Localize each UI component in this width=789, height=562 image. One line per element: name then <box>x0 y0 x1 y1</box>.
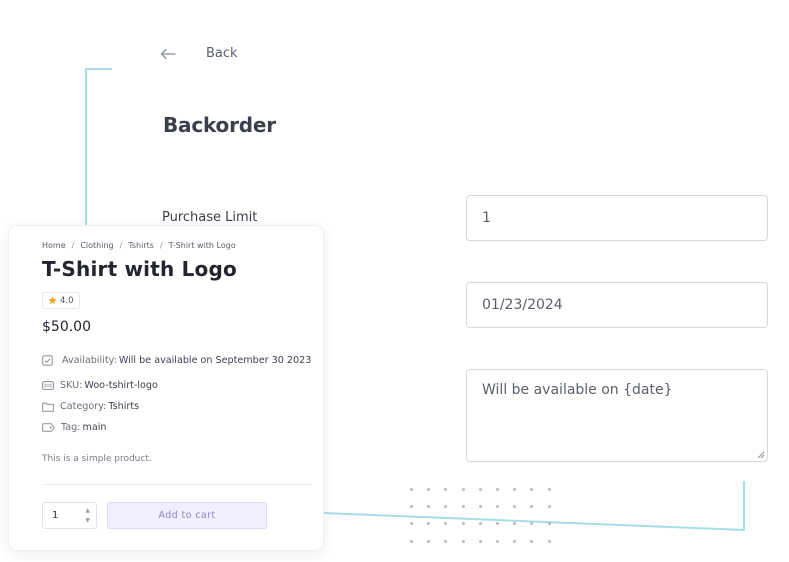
dot <box>410 522 413 526</box>
dot <box>530 505 534 509</box>
dot <box>513 505 517 509</box>
star-icon <box>48 296 57 305</box>
breadcrumb-current: T-Shirt with Logo <box>168 241 236 250</box>
sku-label: SKU: <box>60 380 83 391</box>
dot <box>410 488 413 491</box>
dot <box>427 505 431 509</box>
dot <box>410 539 413 543</box>
connector-line-left-vertical <box>85 68 87 228</box>
dot-grid-decoration <box>410 488 565 557</box>
availability-label: Availability: <box>62 355 117 366</box>
back-label: Back <box>206 46 238 61</box>
availability-message-value: Will be available on {date} <box>482 382 673 398</box>
breadcrumb-separator: / <box>71 241 75 250</box>
purchase-limit-label: Purchase Limit <box>162 210 258 225</box>
dot <box>427 539 431 543</box>
dot <box>478 522 482 526</box>
dot <box>513 522 517 526</box>
product-price: $50.00 <box>42 319 91 335</box>
dot <box>495 522 499 526</box>
purchase-limit-value: 1 <box>482 210 491 226</box>
product-title: T-Shirt with Logo <box>42 257 237 281</box>
dot <box>530 488 534 491</box>
dot <box>461 539 465 543</box>
dot <box>547 539 551 543</box>
dot <box>461 488 465 491</box>
quantity-increment-icon[interactable]: ▲ <box>85 507 90 514</box>
dot <box>478 488 482 491</box>
breadcrumb-home[interactable]: Home <box>42 241 66 250</box>
date-value: 01/23/2024 <box>482 297 563 313</box>
dot <box>461 505 465 509</box>
dot <box>513 488 517 491</box>
dot <box>530 522 534 526</box>
purchase-limit-input[interactable]: 1 <box>466 195 768 241</box>
quantity-decrement-icon[interactable]: ▼ <box>85 517 90 524</box>
connector-line-top-horizontal <box>85 68 112 70</box>
resize-grip-icon[interactable] <box>757 451 765 459</box>
page-title: Backorder <box>163 113 276 137</box>
category-row: Category: Tshirts <box>42 401 139 412</box>
dot <box>495 488 499 491</box>
tag-link[interactable]: main <box>82 422 106 433</box>
dot <box>478 539 482 543</box>
tag-icon <box>42 423 55 432</box>
category-link[interactable]: Tshirts <box>108 401 139 412</box>
checkbox-check-icon <box>42 355 53 366</box>
dot <box>513 539 517 543</box>
tag-row: Tag: main <box>42 422 106 433</box>
arrow-left-icon <box>160 48 176 59</box>
dot <box>444 505 448 509</box>
product-card: Home / Clothing / Tshirts / T-Shirt with… <box>9 226 323 550</box>
availability-row: Availability: Will be available on Septe… <box>42 355 311 366</box>
card-divider <box>42 484 311 485</box>
back-link[interactable]: Back <box>160 46 238 61</box>
rating-badge: 4.0 <box>42 292 80 309</box>
dot <box>444 488 448 491</box>
breadcrumb-clothing[interactable]: Clothing <box>80 241 113 250</box>
breadcrumb-separator: / <box>119 241 123 250</box>
dot <box>427 488 431 491</box>
dot <box>478 505 482 509</box>
date-input[interactable]: 01/23/2024 <box>466 282 768 328</box>
quantity-value: 1 <box>52 510 59 521</box>
dot <box>495 539 499 543</box>
barcode-icon <box>42 381 54 390</box>
folder-icon <box>42 402 54 412</box>
breadcrumb: Home / Clothing / Tshirts / T-Shirt with… <box>42 241 236 250</box>
dot <box>547 522 551 526</box>
dot <box>547 488 551 491</box>
availability-message-textarea[interactable]: Will be available on {date} <box>466 369 768 462</box>
dot <box>410 505 413 509</box>
sku-value: Woo-tshirt-logo <box>84 380 158 391</box>
rating-value: 4.0 <box>60 295 74 306</box>
breadcrumb-separator: / <box>159 241 163 250</box>
availability-value: Will be available on September 30 2023 <box>118 355 312 366</box>
tag-label: Tag: <box>61 422 81 433</box>
add-to-cart-button[interactable]: Add to cart <box>107 502 267 529</box>
dot <box>444 522 448 526</box>
dot <box>427 522 431 526</box>
dot <box>547 505 551 509</box>
product-description: This is a simple product. <box>42 454 152 464</box>
dot <box>530 539 534 543</box>
sku-row: SKU: Woo-tshirt-logo <box>42 380 158 391</box>
dot <box>461 522 465 526</box>
quantity-stepper[interactable]: 1 ▲ ▼ <box>42 502 97 529</box>
dot <box>444 539 448 543</box>
category-label: Category: <box>60 401 107 412</box>
dot <box>495 505 499 509</box>
breadcrumb-tshirts[interactable]: Tshirts <box>128 241 154 250</box>
